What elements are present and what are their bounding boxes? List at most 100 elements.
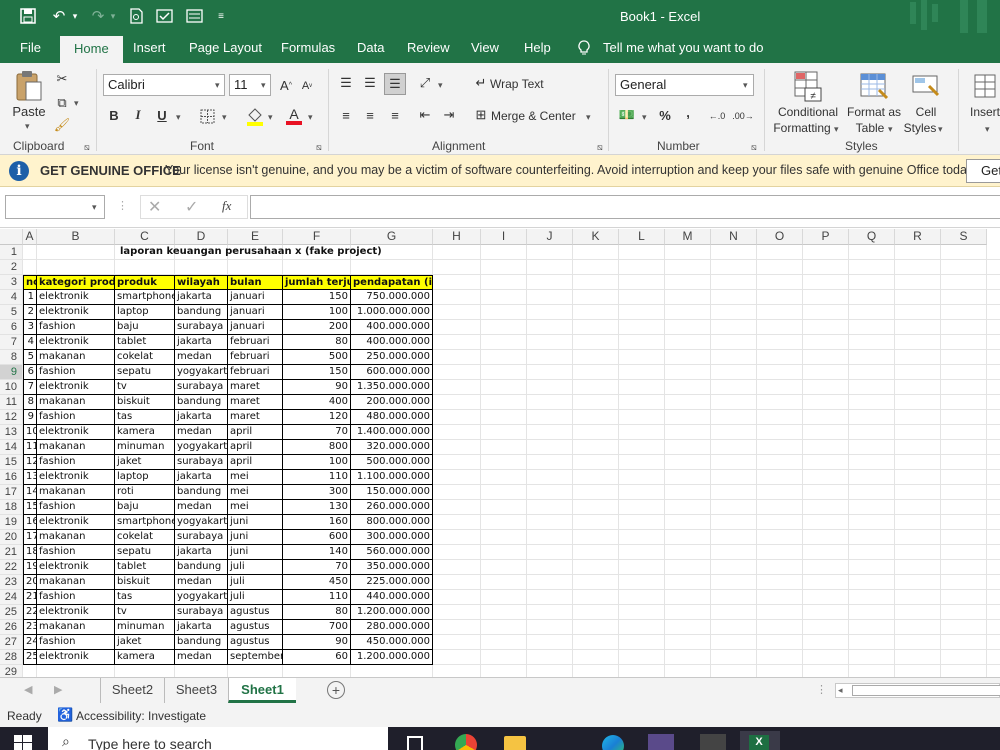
scroll-left-icon[interactable]: ◂ (838, 685, 843, 696)
format-as-table-icon[interactable] (858, 69, 890, 103)
number-format-dropdown-icon[interactable]: ▾ (743, 80, 748, 91)
column-header[interactable]: P (803, 229, 849, 245)
row-header[interactable]: 25 (0, 605, 23, 620)
cell-bulan[interactable]: maret (228, 380, 283, 395)
column-header[interactable]: H (433, 229, 481, 245)
cell-pendapatan[interactable]: 1.000.000.000 (351, 305, 433, 320)
cell-wilayah[interactable]: yogyakarta (175, 365, 228, 380)
cell-produk[interactable]: biskuit (115, 575, 175, 590)
cell-bulan[interactable]: februari (228, 350, 283, 365)
column-header[interactable]: R (895, 229, 941, 245)
cell-jumlah[interactable]: 90 (283, 635, 351, 650)
cell-kategori[interactable]: fashion (37, 320, 115, 335)
column-title[interactable]: pendapatan (idr) (351, 275, 433, 290)
windows-start-icon[interactable] (14, 735, 32, 750)
new-sheet-icon[interactable]: + (327, 681, 345, 699)
cell-no[interactable]: 4 (23, 335, 37, 350)
italic-button[interactable]: I (130, 106, 146, 124)
cell-pendapatan[interactable]: 440.000.000 (351, 590, 433, 605)
insert-function-icon[interactable]: fx (222, 198, 231, 214)
cell-no[interactable]: 3 (23, 320, 37, 335)
cell-bulan[interactable]: juni (228, 545, 283, 560)
cell-produk[interactable]: tv (115, 380, 175, 395)
cell-pendapatan[interactable]: 280.000.000 (351, 620, 433, 635)
middle-align-icon[interactable]: ☰ (361, 75, 379, 91)
cell-no[interactable]: 21 (23, 590, 37, 605)
print-preview-icon[interactable] (126, 6, 146, 26)
cell-kategori[interactable]: elektronik (37, 380, 115, 395)
cell-wilayah[interactable]: jakarta (175, 410, 228, 425)
column-header[interactable]: I (481, 229, 527, 245)
font-color-dropdown-icon[interactable]: ▾ (308, 112, 313, 123)
cell-jumlah[interactable]: 80 (283, 335, 351, 350)
row-header[interactable]: 19 (0, 515, 23, 530)
column-header[interactable]: Q (849, 229, 895, 245)
report-title[interactable]: laporan keuangan perusahaan x (fake proj… (118, 245, 438, 260)
row-header[interactable]: 17 (0, 485, 23, 500)
cell-bulan[interactable]: mei (228, 470, 283, 485)
cell-wilayah[interactable]: medan (175, 350, 228, 365)
tell-me-search[interactable]: Tell me what you want to do (603, 40, 763, 55)
row-header[interactable]: 8 (0, 350, 23, 365)
cell-kategori[interactable]: elektronik (37, 425, 115, 440)
cell-wilayah[interactable]: surabaya (175, 320, 228, 335)
cell-wilayah[interactable]: jakarta (175, 470, 228, 485)
cell-wilayah[interactable]: bandung (175, 635, 228, 650)
tab-view[interactable]: View (471, 40, 499, 55)
tab-formulas[interactable]: Formulas (281, 40, 335, 55)
number-launcher-icon[interactable]: ⧅ (751, 142, 757, 153)
bold-button[interactable]: B (106, 106, 122, 124)
formula-input[interactable] (250, 195, 1000, 219)
status-accessibility[interactable]: Accessibility: Investigate (76, 709, 206, 723)
cell-jumlah[interactable]: 110 (283, 590, 351, 605)
cell-jumlah[interactable]: 130 (283, 500, 351, 515)
column-header[interactable]: O (757, 229, 803, 245)
cell-produk[interactable]: biskuit (115, 395, 175, 410)
tab-file[interactable]: File (20, 40, 41, 55)
row-header[interactable]: 13 (0, 425, 23, 440)
cell-pendapatan[interactable]: 400.000.000 (351, 335, 433, 350)
comma-button[interactable]: , (682, 103, 694, 121)
column-header[interactable]: S (941, 229, 987, 245)
cell-kategori[interactable]: makanan (37, 575, 115, 590)
cell-wilayah[interactable]: surabaya (175, 605, 228, 620)
cell-no[interactable]: 11 (23, 440, 37, 455)
cell-pendapatan[interactable]: 1.400.000.000 (351, 425, 433, 440)
tab-sheet3[interactable]: Sheet3 (164, 678, 228, 703)
cell-jumlah[interactable]: 90 (283, 380, 351, 395)
undo-dropdown-icon[interactable]: ▾ (70, 6, 80, 26)
cell-pendapatan[interactable]: 260.000.000 (351, 500, 433, 515)
cell-pendapatan[interactable]: 750.000.000 (351, 290, 433, 305)
cell-jumlah[interactable]: 600 (283, 530, 351, 545)
column-title[interactable]: kategori produk (37, 275, 115, 290)
column-title[interactable]: produk (115, 275, 175, 290)
cell-no[interactable]: 6 (23, 365, 37, 380)
cell-kategori[interactable]: fashion (37, 545, 115, 560)
cell-bulan[interactable]: mei (228, 500, 283, 515)
spelling-icon[interactable] (154, 6, 174, 26)
cell-pendapatan[interactable]: 320.000.000 (351, 440, 433, 455)
cell-pendapatan[interactable]: 800.000.000 (351, 515, 433, 530)
cell-produk[interactable]: tas (115, 590, 175, 605)
cell-kategori[interactable]: makanan (37, 485, 115, 500)
paste-label[interactable]: Paste (10, 103, 48, 119)
cell-jumlah[interactable]: 800 (283, 440, 351, 455)
cell-produk[interactable]: kamera (115, 650, 175, 665)
orientation-dropdown-icon[interactable]: ▾ (438, 80, 443, 91)
cell-produk[interactable]: tablet (115, 560, 175, 575)
cell-jumlah[interactable]: 500 (283, 350, 351, 365)
number-format-box[interactable]: General (615, 74, 754, 96)
row-header[interactable]: 26 (0, 620, 23, 635)
next-sheet-icon[interactable]: ▶ (54, 683, 62, 696)
cell-jumlah[interactable]: 70 (283, 425, 351, 440)
cell-wilayah[interactable]: surabaya (175, 455, 228, 470)
redo-icon[interactable]: ↷ (88, 6, 108, 26)
cell-jumlah[interactable]: 150 (283, 290, 351, 305)
copy-dropdown-icon[interactable]: ▾ (74, 98, 79, 109)
cell-produk[interactable]: minuman (115, 440, 175, 455)
cell-pendapatan[interactable]: 1.200.000.000 (351, 605, 433, 620)
column-header[interactable]: B (37, 229, 115, 245)
underline-button[interactable]: U (154, 106, 170, 124)
scrollbar-thumb[interactable] (852, 685, 1000, 696)
fill-color-icon[interactable] (245, 105, 265, 127)
